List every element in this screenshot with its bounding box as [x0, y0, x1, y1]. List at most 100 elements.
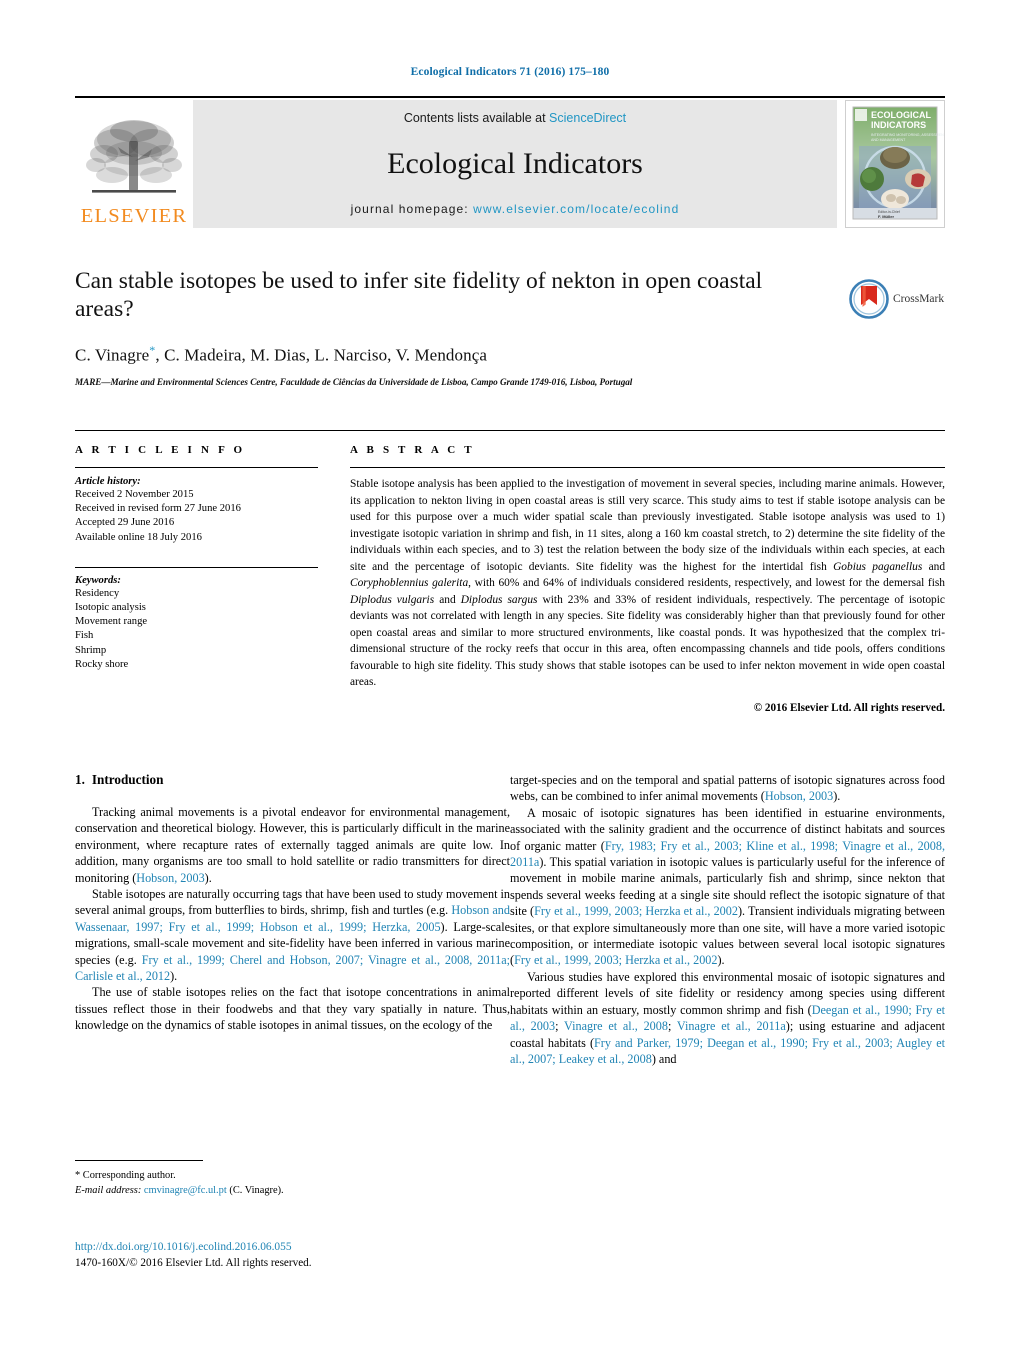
email-note: E-mail address: cmvinagre@fc.ul.pt (C. V…	[75, 1184, 510, 1199]
body-paragraphs-left: Tracking animal movements is a pivotal e…	[75, 804, 510, 1034]
abstract-part: , with 60% and 64% of individuals consid…	[468, 577, 945, 590]
elsevier-wordmark: ELSEVIER	[80, 204, 188, 227]
contents-available-line: Contents lists available at ScienceDirec…	[404, 111, 626, 125]
crossmark-badge[interactable]: CrossMark	[849, 278, 945, 320]
email-suffix: (C. Vinagre).	[229, 1184, 284, 1196]
email-link[interactable]: cmvinagre@fc.ul.pt	[144, 1185, 227, 1196]
elsevier-logo: ELSEVIER	[75, 100, 193, 228]
abstract-copyright: © 2016 Elsevier Ltd. All rights reserved…	[753, 701, 945, 714]
body-paragraph: Stable isotopes are naturally occurring …	[75, 886, 510, 984]
history-item: Received 2 November 2015	[75, 489, 194, 500]
abstract-column: A B S T R A C T Stable isotope analysis …	[350, 444, 945, 714]
doi-link[interactable]: http://dx.doi.org/10.1016/j.ecolind.2016…	[75, 1240, 575, 1256]
crossmark-label: CrossMark	[893, 293, 945, 305]
abstract-heading: A B S T R A C T	[350, 444, 475, 456]
citation-link[interactable]: Hobson, 2003	[136, 871, 204, 885]
footnote-block: * Corresponding author. E-mail address: …	[75, 1160, 510, 1199]
abstract-part: with 23% and 33% of resident individuals…	[350, 593, 945, 689]
paragraph-text: ) and	[651, 1051, 677, 1066]
keywords-block: Keywords: Residency Isotopic analysis Mo…	[75, 566, 318, 672]
citation-link[interactable]: Hobson, 2003	[765, 789, 833, 803]
body-paragraph: A mosaic of isotopic signatures has been…	[510, 805, 945, 969]
affiliation: MARE—Marine and Environmental Sciences C…	[75, 377, 633, 388]
contents-prefix: Contents lists available at	[403, 111, 550, 125]
author-list: C. Vinagre*, C. Madeira, M. Dias, L. Nar…	[75, 343, 945, 366]
sciencedirect-link[interactable]: ScienceDirect	[549, 111, 626, 125]
body-paragraph: target-species and on the temporal and s…	[510, 772, 945, 805]
section-number: 1.	[75, 772, 85, 787]
column-gap	[318, 444, 350, 714]
history-item: Received in revised form 27 June 2016	[75, 503, 241, 515]
citation-link[interactable]: Vinagre et al., 2008	[564, 1019, 668, 1033]
section-heading-introduction: 1. Introduction	[75, 772, 510, 788]
paragraph-text: ;	[667, 1019, 677, 1034]
info-abstract-section: A R T I C L E I N F O Article history: R…	[75, 430, 945, 714]
journal-cover-image: ECOLOGICAL INDICATORS INTEGRATING MONITO…	[846, 101, 944, 227]
citation-link[interactable]: Fry et al., 1999, 2003; Herzka et al., 2…	[514, 953, 717, 967]
body-columns: 1. Introduction Tracking animal movements…	[75, 772, 945, 1222]
svg-text:ECOLOGICAL: ECOLOGICAL	[871, 110, 932, 120]
paragraph-text: ).	[833, 789, 841, 804]
svg-text:INTEGRATING MONITORING, ASSESS: INTEGRATING MONITORING, ASSESSMENT	[871, 133, 944, 137]
species-name: Coryphoblennius galerita	[350, 577, 469, 590]
title-block: Can stable isotopes be used to infer sit…	[75, 268, 945, 387]
paragraph-text: ).	[717, 953, 725, 968]
species-name: Diplodus vulgaris	[350, 593, 435, 606]
citation-link[interactable]: Vinagre et al., 2011a	[677, 1019, 786, 1033]
keyword-item: Fish	[75, 630, 94, 642]
footnote-rule	[75, 1160, 203, 1161]
keyword-item: Movement range	[75, 616, 148, 628]
page-footer: http://dx.doi.org/10.1016/j.ecolind.2016…	[75, 1240, 575, 1272]
paragraph-text: Stable isotopes are naturally occurring …	[75, 887, 510, 918]
body-paragraphs-right: target-species and on the temporal and s…	[510, 772, 945, 1067]
abstract-text: Stable isotope analysis has been applied…	[350, 476, 945, 691]
article-info-rule	[75, 467, 318, 468]
svg-text:INDICATORS: INDICATORS	[871, 120, 926, 130]
abstract-part: and	[434, 593, 461, 606]
keyword-item: Shrimp	[75, 644, 107, 656]
elsevier-tree-icon	[86, 119, 182, 193]
paragraph-text: ;	[555, 1019, 565, 1034]
email-label: E-mail address:	[75, 1184, 142, 1196]
paper-page: Ecological Indicators 71 (2016) 175–180	[0, 0, 1020, 1351]
keyword-item: Residency	[75, 587, 120, 599]
section-title-text: Introduction	[91, 772, 164, 787]
paragraph-text: target-species and on the temporal and s…	[510, 773, 945, 804]
homepage-url-link[interactable]: www.elsevier.com/locate/ecolind	[473, 202, 679, 216]
body-column-right: target-species and on the temporal and s…	[510, 772, 945, 1222]
keywords-label: Keywords:	[75, 574, 121, 586]
svg-text:AND MANAGEMENT: AND MANAGEMENT	[871, 138, 906, 142]
species-name: Gobius paganellus	[833, 560, 923, 573]
homepage-label: journal homepage:	[350, 202, 474, 216]
keywords-rule	[75, 566, 318, 568]
abstract-part: and	[922, 560, 946, 573]
authors-rest: , C. Madeira, M. Dias, L. Narciso, V. Me…	[155, 346, 488, 366]
article-info-heading: A R T I C L E I N F O	[75, 444, 246, 456]
citation-link[interactable]: Fry et al., 1999, 2003; Herzka et al., 2…	[534, 904, 738, 918]
corresponding-author-note: * Corresponding author.	[75, 1170, 176, 1181]
body-paragraph: The use of stable isotopes relies on the…	[75, 984, 510, 1033]
history-item: Accepted 29 June 2016	[75, 517, 175, 529]
issn-copyright-line: 1470-160X/© 2016 Elsevier Ltd. All right…	[75, 1256, 312, 1269]
page-title: Can stable isotopes be used to infer sit…	[75, 268, 763, 322]
abstract-part: Stable isotope analysis has been applied…	[350, 478, 945, 573]
history-item: Available online 18 July 2016	[75, 531, 202, 543]
species-name: Diplodus sargus	[460, 593, 538, 606]
body-paragraph: Various studies have explored this envir…	[510, 969, 945, 1067]
keyword-item: Isotopic analysis	[75, 601, 146, 613]
authors-names: C. Vinagre	[75, 346, 150, 366]
paragraph-text: ).	[170, 969, 178, 984]
masthead-center-panel: Contents lists available at ScienceDirec…	[193, 100, 837, 228]
paragraph-text: ).	[204, 870, 212, 885]
paragraph-text: The use of stable isotopes relies on the…	[75, 985, 510, 1033]
article-info-column: A R T I C L E I N F O Article history: R…	[75, 444, 318, 714]
svg-text:F. Müller: F. Müller	[878, 214, 894, 219]
journal-title: Ecological Indicators	[387, 146, 643, 180]
body-paragraph: Tracking animal movements is a pivotal e…	[75, 804, 510, 886]
abstract-rule	[350, 467, 945, 468]
journal-homepage-line: journal homepage: www.elsevier.com/locat…	[351, 202, 680, 216]
keyword-item: Rocky shore	[75, 658, 129, 670]
running-head: Ecological Indicators 71 (2016) 175–180	[410, 66, 610, 78]
body-column-left: 1. Introduction Tracking animal movements…	[75, 772, 510, 1222]
crossmark-icon	[849, 279, 889, 319]
